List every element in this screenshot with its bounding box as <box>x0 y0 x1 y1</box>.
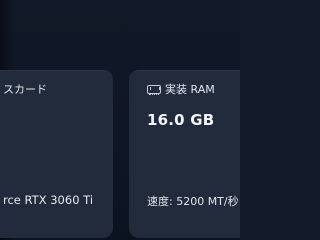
installed-ram-value: 16.0 GB <box>147 111 215 129</box>
installed-ram-card[interactable]: 実装 RAM 16.0 GB 速度: 5200 MT/秒 <box>129 70 240 238</box>
graphics-card-title: スカード <box>3 83 47 96</box>
system-info-screen: スカード rce RTX 3060 Ti 実装 RAM 16.0 GB 速度: … <box>0 0 240 240</box>
ram-icon <box>147 85 161 95</box>
installed-ram-title: 実装 RAM <box>165 83 215 96</box>
graphics-card-name: rce RTX 3060 Ti <box>3 193 94 207</box>
ram-speed: 速度: 5200 MT/秒 <box>147 195 239 208</box>
graphics-card-card[interactable]: スカード rce RTX 3060 Ti <box>0 70 113 238</box>
